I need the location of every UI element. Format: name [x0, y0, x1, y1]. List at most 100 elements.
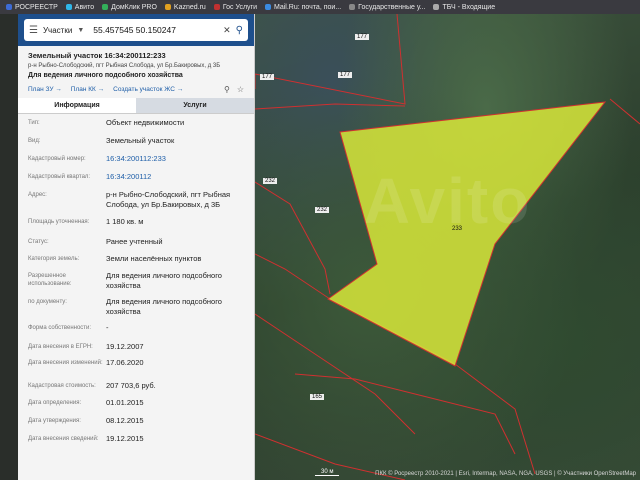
attribute-row: Категория земель: Земли населённых пункто… [28, 254, 244, 271]
attribute-label: Дата утверждения: [28, 418, 81, 424]
tab-services[interactable]: Услуги [136, 98, 254, 113]
map-view[interactable]: Avito 177 177 177 232 232 233 165 30 м П… [255, 14, 640, 480]
cadastral-map-layer [255, 14, 640, 480]
attribute-label: Тип: [28, 120, 40, 126]
bookmark-label: Государственные у... [358, 3, 426, 11]
attribute-row: Кадастровый номер: 16:34:200112:233 [28, 154, 244, 172]
menu-icon[interactable]: ☰ [29, 25, 38, 36]
action-links: План ЗУ → План КК → Создать участок ЖС →… [18, 81, 254, 98]
search-icon[interactable]: ⚲ [236, 25, 243, 36]
parcel-boundary-bottom [294, 373, 516, 455]
attribute-label: Площадь уточненная: [28, 219, 90, 225]
attribute-value[interactable]: 16:34:200112 [106, 172, 244, 182]
bookmark-item[interactable]: Гос Услуги [213, 3, 258, 11]
attribute-row: Дата внесения в ЕГРН: 19.12.2007 [28, 342, 244, 358]
bookmarks-bar: РОСРЕЕСТР Авито ДомКлик PRO Kazned.ru Гос Ус… [0, 0, 640, 14]
parcel-label: 233 [452, 226, 463, 232]
attribute-row: Дата внесения сведений: 19.12.2015 [28, 434, 244, 452]
tab-info[interactable]: Информация [18, 98, 136, 113]
parcel-label: 177 [338, 72, 353, 78]
bookmark-item[interactable]: ДомКлик PRO [102, 4, 157, 11]
attribute-value: Для ведения личного подсобного хозяйства [106, 271, 222, 290]
attribute-label: Категория земель: [28, 256, 80, 262]
attribute-label: Дата определения: [28, 400, 82, 406]
bookmark-icon [6, 4, 12, 10]
attribute-value: р-н Рыбно-Слободский, пгт Рыбная Слобода… [106, 190, 231, 209]
attribute-value[interactable]: 16:34:200112:233 [106, 154, 244, 164]
search-input[interactable] [93, 25, 219, 35]
attribute-row: по документу: Для ведения личного подсобн… [28, 297, 244, 323]
attribute-row: Разрешенное использование: Для ведения ли… [28, 271, 244, 297]
plan-kk-link[interactable]: План КК → [71, 86, 104, 93]
bookmark-item[interactable]: ТБЧ - Входящие [433, 4, 495, 11]
attribute-row: Дата внесения изменений: 17.06.2020 [28, 358, 244, 381]
attribute-value: Для ведения личного подсобного хозяйства [106, 297, 222, 316]
attribute-value: 207 703,6 руб. [106, 381, 156, 390]
parcel-boundary-top [255, 14, 406, 105]
attribute-label: Разрешенное использование: [28, 273, 72, 287]
parcel-label: 165 [310, 394, 325, 400]
attribute-row: Форма собственности: - [28, 323, 244, 342]
search-type-select[interactable]: Участки [43, 26, 72, 35]
attribute-value: Земли населённых пунктов [106, 254, 202, 263]
attribute-row: Дата утверждения: 08.12.2015 [28, 416, 244, 434]
bookmark-item[interactable]: Авито [65, 4, 94, 11]
attribute-label: Адрес: [28, 192, 47, 198]
parcel-label: 232 [263, 178, 278, 184]
attribute-value: 19.12.2015 [106, 434, 144, 443]
attribute-label: Дата внесения сведений: [28, 436, 99, 442]
attribute-row: Кадастровая стоимость: 207 703,6 руб. [28, 381, 244, 398]
search-box: ☰ Участки ▼ ✕ ⚲ [24, 19, 248, 41]
attribute-label: Форма собственности: [28, 325, 92, 331]
star-icon[interactable]: ☆ [237, 85, 244, 94]
bookmark-icon [265, 4, 272, 10]
bookmark-label: РОСРЕЕСТР [15, 3, 58, 11]
bookmark-label: Kazned.ru [173, 3, 206, 11]
bookmark-icon [164, 4, 171, 10]
attribute-value: Земельный участок [106, 136, 175, 145]
attribute-value: Объект недвижимости [106, 118, 185, 127]
plan-zu-link[interactable]: План ЗУ → [28, 86, 62, 93]
attribute-value: 01.01.2015 [106, 398, 144, 407]
attributes-list: Тип: Объект недвижимости Вид: Земельный уча… [18, 114, 254, 452]
map-scale: 30 м [315, 469, 340, 476]
attribute-label: Кадастровый номер: [28, 156, 86, 162]
create-parcel-link[interactable]: Создать участок ЖС → [113, 86, 183, 93]
parcel-boundary-right [609, 98, 640, 125]
bookmark-label: ТБЧ - Входящие [442, 3, 496, 11]
avito-watermark: Avito [363, 165, 532, 237]
bookmark-item[interactable]: РОСРЕЕСТР [6, 4, 58, 11]
bookmark-icon [65, 4, 72, 10]
bookmark-icon [349, 4, 356, 10]
close-icon[interactable]: ✕ [223, 25, 231, 36]
bookmark-item[interactable]: Mail.Ru: почта, пои... [265, 4, 341, 11]
bookmark-label: Гос Услуги [222, 3, 258, 11]
tabs: Информация Услуги [18, 98, 254, 114]
attribute-row: Тип: Объект недвижимости [28, 118, 244, 136]
bookmark-item[interactable]: Kazned.ru [164, 3, 206, 11]
attribute-value: 19.12.2007 [106, 342, 144, 351]
parcel-boundary-top-2 [255, 103, 406, 110]
attribute-row: Вид: Земельный участок [28, 136, 244, 154]
attribute-value: 17.06.2020 [106, 358, 144, 367]
attribute-label: Кадастровая стоимость: [28, 383, 96, 389]
bookmark-label: Mail.Ru: почта, пои... [274, 3, 342, 11]
attribute-label: Кадастровый квартал: [28, 174, 91, 180]
attribute-label: Дата внесения изменений: [28, 360, 103, 366]
attribute-value: - [106, 323, 109, 332]
bookmark-label: ДомКлик PRO [111, 3, 157, 11]
bookmark-icon [213, 4, 220, 10]
chevron-down-icon[interactable]: ▼ [77, 27, 84, 34]
attribute-row: Статус: Ранее учтенный [28, 237, 244, 254]
parcel-label: 177 [355, 34, 370, 40]
search-bar: ☰ Участки ▼ ✕ ⚲ [18, 14, 254, 46]
attribute-row: Дата определения: 01.01.2015 [28, 398, 244, 416]
parcel-label: 177 [260, 74, 275, 80]
zoom-icon[interactable]: ⚲ [224, 85, 230, 94]
attribute-row: Адрес: р-н Рыбно-Слободский, пгт Рыбная С… [28, 190, 244, 217]
map-attribution: ПКК © Росреестр 2010-2021 | Esri, Interm… [375, 471, 636, 477]
attribute-value: Ранее учтенный [106, 237, 163, 246]
attribute-label: Дата внесения в ЕГРН: [28, 344, 93, 350]
bookmark-item[interactable]: Государственные у... [349, 4, 425, 11]
parcel-label: 232 [315, 207, 330, 213]
